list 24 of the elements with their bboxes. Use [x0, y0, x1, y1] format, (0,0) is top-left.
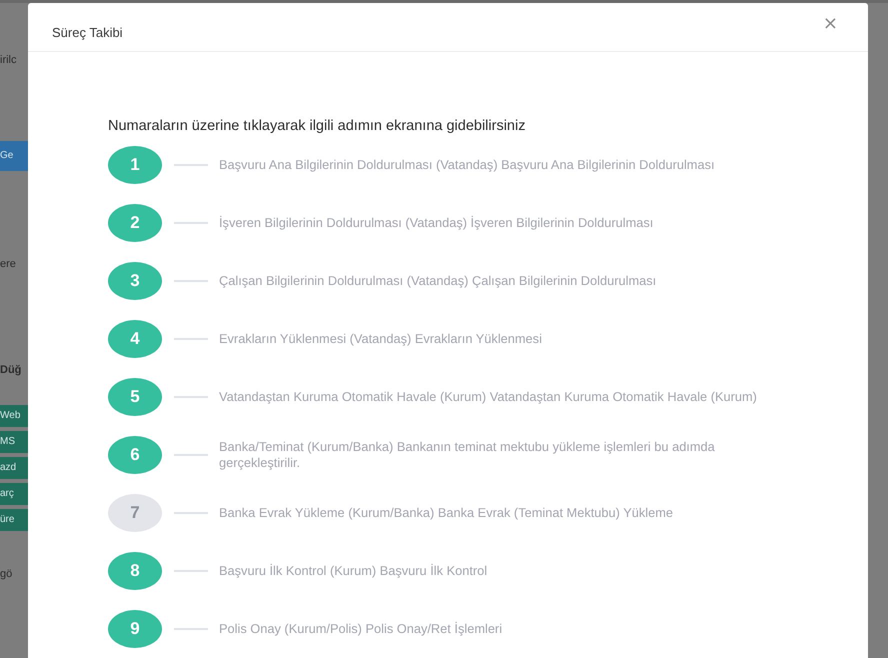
step-number-button[interactable]: 6	[108, 436, 162, 474]
background-heading: Düğ	[0, 363, 22, 377]
background-text: ere	[0, 257, 17, 271]
instruction-text: Numaraların üzerine tıklayarak ilgili adımın ekranına gidebilirsiniz	[108, 118, 526, 134]
modal-title: Süreç Takibi	[52, 25, 123, 40]
background-text: irilc	[0, 53, 18, 67]
step-number-button[interactable]: 3	[108, 262, 162, 300]
step-description: Banka Evrak Yükleme (Kurum/Banka) Banka Evrak (Teminat Mektubu) Yükleme	[219, 505, 674, 521]
step-description: Çalışan Bilgilerinin Doldurulması (Vatandaş) Çalışan Bilgilerinin Doldurulması	[219, 273, 658, 289]
step-number-button[interactable]: 1	[108, 146, 162, 184]
close-button[interactable]: ×	[820, 13, 840, 35]
step-description: Başvuru Ana Bilgilerinin Doldurulması (Vatandaş) Başvuru Ana Bilgilerinin Doldurulması	[219, 157, 716, 173]
step-number-button[interactable]: 5	[108, 378, 162, 416]
step-description: Evrakların Yüklenmesi (Vatandaş) Evrakların Yüklenmesi	[219, 331, 543, 347]
step-description: İşveren Bilgilerinin Doldurulması (Vatandaş) İşveren Bilgilerinin Doldurulması	[219, 215, 654, 231]
background-text: gö	[0, 567, 14, 581]
step-number-button[interactable]: 8	[108, 552, 162, 590]
step-description: Vatandaştan Kuruma Otomatik Havale (Kurum) Vatandaştan Kuruma Otomatik Havale (Kurum)	[219, 389, 758, 405]
step-description: Banka/Teminat (Kurum/Banka) Bankanın teminat mektubu yükleme işlemleri bu adımda gerçekleştirilir.	[219, 439, 716, 471]
step-number-button[interactable]: 2	[108, 204, 162, 242]
step-number-button[interactable]: 4	[108, 320, 162, 358]
step-description: Başvuru İlk Kontrol (Kurum) Başvuru İlk Kontrol	[219, 563, 488, 579]
step-number-button[interactable]: 9	[108, 610, 162, 648]
step-description: Polis Onay (Kurum/Polis) Polis Onay/Ret İşlemleri	[219, 621, 504, 637]
